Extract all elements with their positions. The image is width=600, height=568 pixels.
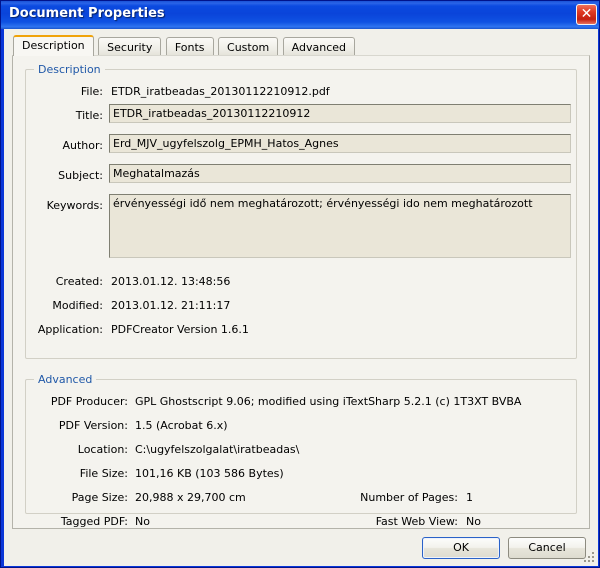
subject-input[interactable]: Meghatalmazás bbox=[109, 164, 571, 183]
tab-page-description: Description File: ETDR_iratbeadas_201301… bbox=[12, 55, 590, 529]
tab-advanced[interactable]: Advanced bbox=[282, 37, 356, 56]
application-label: Application: bbox=[37, 323, 103, 336]
fast-web-view-label: Fast Web View: bbox=[375, 515, 458, 528]
title-label: Title: bbox=[75, 109, 103, 122]
fast-web-view-value: No bbox=[466, 515, 481, 528]
dialog-client-area: Description Security Fonts Custom Advanc… bbox=[4, 29, 598, 566]
file-label: File: bbox=[80, 85, 103, 98]
location-label: Location: bbox=[77, 443, 128, 456]
close-icon: ✕ bbox=[580, 6, 593, 22]
cancel-button[interactable]: Cancel bbox=[508, 537, 586, 559]
title-bar[interactable]: Document Properties ✕ bbox=[1, 1, 599, 29]
resize-grip[interactable] bbox=[583, 551, 596, 564]
file-size-value: 101,16 KB (103 586 Bytes) bbox=[135, 467, 284, 480]
tab-label: Security bbox=[107, 41, 153, 54]
created-label: Created: bbox=[55, 275, 103, 288]
number-of-pages-value: 1 bbox=[466, 491, 473, 504]
tab-label: Fonts bbox=[174, 41, 205, 54]
tab-custom[interactable]: Custom bbox=[218, 37, 279, 56]
created-value: 2013.01.12. 13:48:56 bbox=[111, 275, 231, 288]
pdf-producer-value: GPL Ghostscript 9.06; modified using iTe… bbox=[135, 395, 522, 408]
keywords-label: Keywords: bbox=[46, 199, 103, 212]
title-input[interactable]: ETDR_iratbeadas_20130112210912 bbox=[109, 104, 571, 123]
location-value: C:\ugyfelszolgalat\iratbeadas\ bbox=[135, 443, 300, 456]
tab-fonts[interactable]: Fonts bbox=[165, 37, 214, 56]
ok-button[interactable]: OK bbox=[422, 537, 500, 559]
tab-description[interactable]: Description bbox=[13, 35, 94, 56]
page-size-label: Page Size: bbox=[71, 491, 128, 504]
document-properties-dialog: Document Properties ✕ Description Securi… bbox=[0, 0, 600, 568]
tab-label: Advanced bbox=[291, 41, 347, 54]
keywords-input[interactable]: érvényességi idő nem meghatározott; érvé… bbox=[109, 194, 571, 258]
tagged-pdf-value: No bbox=[135, 515, 150, 528]
modified-label: Modified: bbox=[52, 299, 103, 312]
pdf-version-value: 1.5 (Acrobat 6.x) bbox=[135, 419, 228, 432]
window-title: Document Properties bbox=[9, 6, 165, 21]
close-button[interactable]: ✕ bbox=[576, 4, 597, 25]
subject-label: Subject: bbox=[58, 169, 103, 182]
tab-security[interactable]: Security bbox=[98, 37, 162, 56]
author-input[interactable]: Erd_MJV_ugyfelszolg_EPMH_Hatos_Agnes bbox=[109, 134, 571, 153]
tagged-pdf-label: Tagged PDF: bbox=[60, 515, 128, 528]
pdf-producer-label: PDF Producer: bbox=[50, 395, 128, 408]
pdf-version-label: PDF Version: bbox=[58, 419, 128, 432]
modified-value: 2013.01.12. 21:11:17 bbox=[111, 299, 231, 312]
author-label: Author: bbox=[62, 139, 103, 152]
file-value: ETDR_iratbeadas_20130112210912.pdf bbox=[111, 85, 330, 98]
advanced-group-legend: Advanced bbox=[34, 373, 97, 386]
file-size-label: File Size: bbox=[79, 467, 128, 480]
tab-label: Custom bbox=[227, 41, 270, 54]
tab-label: Description bbox=[22, 39, 85, 52]
application-value: PDFCreator Version 1.6.1 bbox=[111, 323, 249, 336]
number-of-pages-label: Number of Pages: bbox=[360, 491, 458, 504]
description-group-legend: Description bbox=[34, 63, 105, 76]
page-size-value: 20,988 x 29,700 cm bbox=[135, 491, 246, 504]
tab-strip: Description Security Fonts Custom Advanc… bbox=[13, 35, 356, 56]
